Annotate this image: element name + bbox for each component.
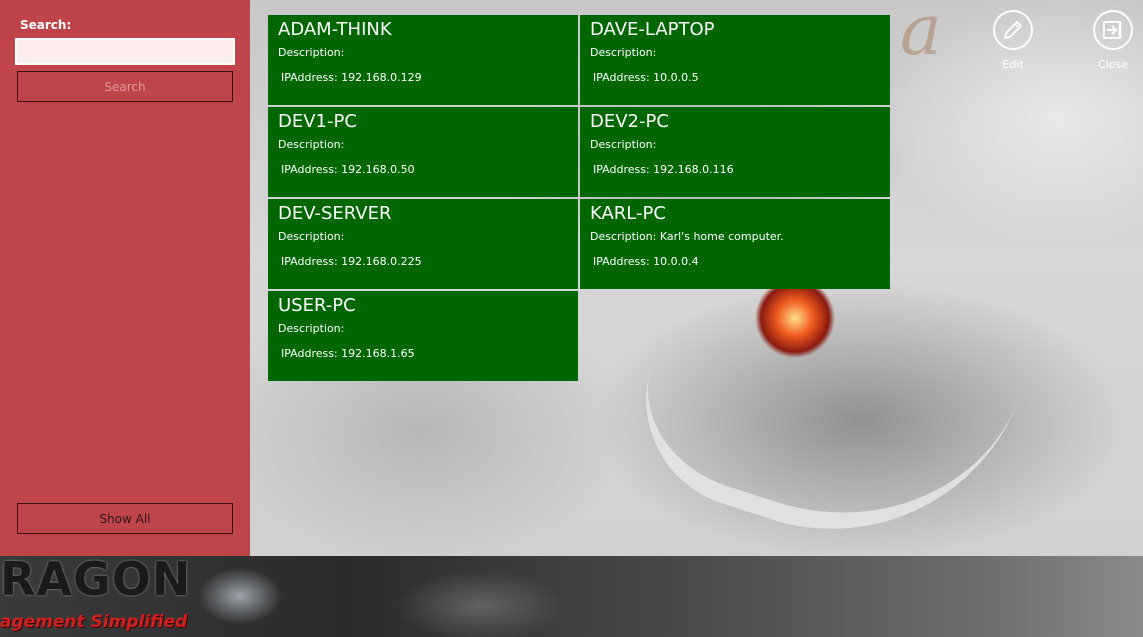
app-bar-artwork — [180, 556, 680, 637]
edit-button[interactable]: Edit — [983, 10, 1043, 78]
device-name: ADAM-THINK — [278, 19, 392, 40]
device-name: DEV2-PC — [590, 111, 669, 132]
close-label: Close — [1098, 58, 1128, 71]
device-description: Description: — [278, 322, 345, 335]
device-tile[interactable]: KARL-PC Description: Karl's home compute… — [580, 199, 890, 289]
device-ip-address: IPAddress: 192.168.0.129 — [281, 71, 422, 84]
brand-tagline: agement Simplified — [0, 612, 188, 632]
device-ip-address: IPAddress: 10.0.0.5 — [593, 71, 699, 84]
search-button[interactable]: Search — [17, 71, 233, 102]
close-button[interactable]: Close — [1083, 10, 1143, 78]
edit-label: Edit — [1002, 58, 1024, 71]
device-name: DAVE-LAPTOP — [590, 19, 715, 40]
device-description: Description: — [590, 138, 657, 151]
device-name: KARL-PC — [590, 203, 666, 224]
search-input[interactable] — [15, 38, 235, 65]
device-description: Description: Karl's home computer. — [590, 230, 784, 243]
device-description: Description: — [278, 138, 345, 151]
device-description: Description: — [590, 46, 657, 59]
device-tile[interactable]: ADAM-THINK Description: IPAddress: 192.1… — [268, 15, 578, 105]
device-ip-address: IPAddress: 10.0.0.4 — [593, 255, 699, 268]
search-label: Search: — [20, 18, 72, 32]
app-bar: RAGON agement Simplified — [0, 556, 1143, 637]
device-name: DEV1-PC — [278, 111, 357, 132]
device-ip-address: IPAddress: 192.168.0.50 — [281, 163, 415, 176]
device-ip-address: IPAddress: 192.168.0.116 — [593, 163, 734, 176]
device-ip-address: IPAddress: 192.168.1.65 — [281, 347, 415, 360]
show-all-button[interactable]: Show All — [17, 503, 233, 534]
brand-logo-text: RAGON — [0, 556, 192, 606]
device-name: DEV-SERVER — [278, 203, 392, 224]
device-description: Description: — [278, 46, 345, 59]
device-tile[interactable]: USER-PC Description: IPAddress: 192.168.… — [268, 291, 578, 381]
device-tile[interactable]: DEV1-PC Description: IPAddress: 192.168.… — [268, 107, 578, 197]
device-tile[interactable]: DEV-SERVER Description: IPAddress: 192.1… — [268, 199, 578, 289]
device-tile[interactable]: DAVE-LAPTOP Description: IPAddress: 10.0… — [580, 15, 890, 105]
device-name: USER-PC — [278, 295, 356, 316]
device-tile[interactable]: DEV2-PC Description: IPAddress: 192.168.… — [580, 107, 890, 197]
device-description: Description: — [278, 230, 345, 243]
search-sidebar: Search: Search Show All — [0, 0, 250, 556]
pencil-icon — [993, 10, 1033, 50]
device-ip-address: IPAddress: 192.168.0.225 — [281, 255, 422, 268]
exit-icon — [1093, 10, 1133, 50]
